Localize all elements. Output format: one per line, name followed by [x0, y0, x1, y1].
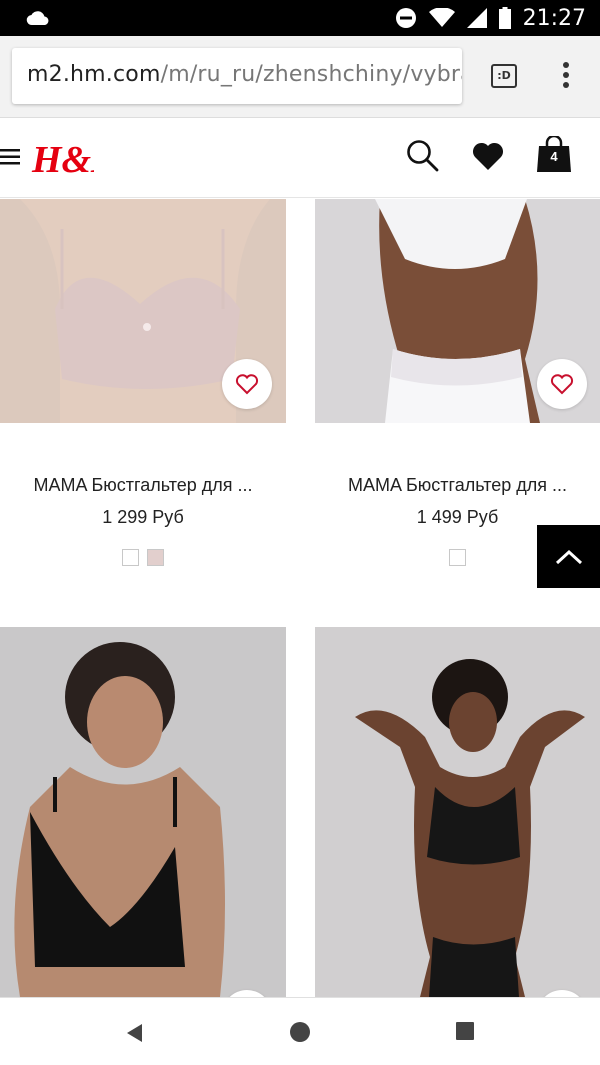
favorite-button[interactable] — [537, 359, 587, 409]
hm-logo[interactable]: H&M — [30, 136, 94, 180]
swatch-white[interactable] — [122, 549, 139, 566]
url-bar[interactable]: m2.hm.com/m/ru_ru/zhenshchiny/vybrat — [12, 48, 462, 104]
color-swatches — [449, 549, 466, 566]
recents-icon[interactable] — [456, 1022, 474, 1040]
menu-icon[interactable] — [0, 148, 20, 166]
chevron-up-icon — [555, 549, 582, 564]
logo-text: H&M — [31, 139, 94, 180]
system-nav-bar — [0, 997, 600, 1065]
cloud-icon — [26, 11, 49, 26]
heart-outline-icon — [235, 374, 259, 395]
search-icon[interactable] — [406, 139, 440, 173]
swatch-white[interactable] — [449, 549, 466, 566]
product-price: 1 299 Руб — [102, 507, 184, 527]
browser-toolbar: m2.hm.com/m/ru_ru/zhenshchiny/vybrat :D — [0, 36, 600, 118]
favorite-button[interactable] — [222, 359, 272, 409]
home-icon[interactable] — [290, 1022, 310, 1042]
signal-icon — [466, 8, 487, 28]
do-not-disturb-icon — [395, 8, 416, 28]
back-to-top-button[interactable] — [537, 525, 600, 588]
amp-icon[interactable]: :D — [491, 64, 517, 88]
bag-icon[interactable]: 4 — [536, 134, 572, 174]
wifi-icon — [428, 8, 455, 27]
url-host: m2.hm.com — [27, 62, 161, 87]
color-swatches — [122, 549, 164, 566]
bag-count-badge: 4 — [550, 149, 558, 164]
more-vert-icon[interactable] — [558, 62, 574, 92]
swatch-pink[interactable] — [147, 549, 164, 566]
back-icon[interactable] — [124, 1022, 144, 1044]
heart-icon[interactable] — [472, 141, 504, 171]
url-path: /m/ru_ru/zhenshchiny/vybrat — [160, 62, 462, 87]
clock: 21:27 — [522, 5, 586, 31]
heart-outline-icon — [550, 374, 574, 395]
product-image[interactable] — [0, 627, 286, 997]
product-image[interactable] — [315, 627, 600, 997]
status-bar: 21:27 — [0, 0, 600, 36]
product-name[interactable]: MAMA Бюстгальтер для ... — [315, 475, 600, 496]
battery-icon — [498, 7, 511, 29]
product-name[interactable]: MAMA Бюстгальтер для ... — [0, 475, 286, 496]
